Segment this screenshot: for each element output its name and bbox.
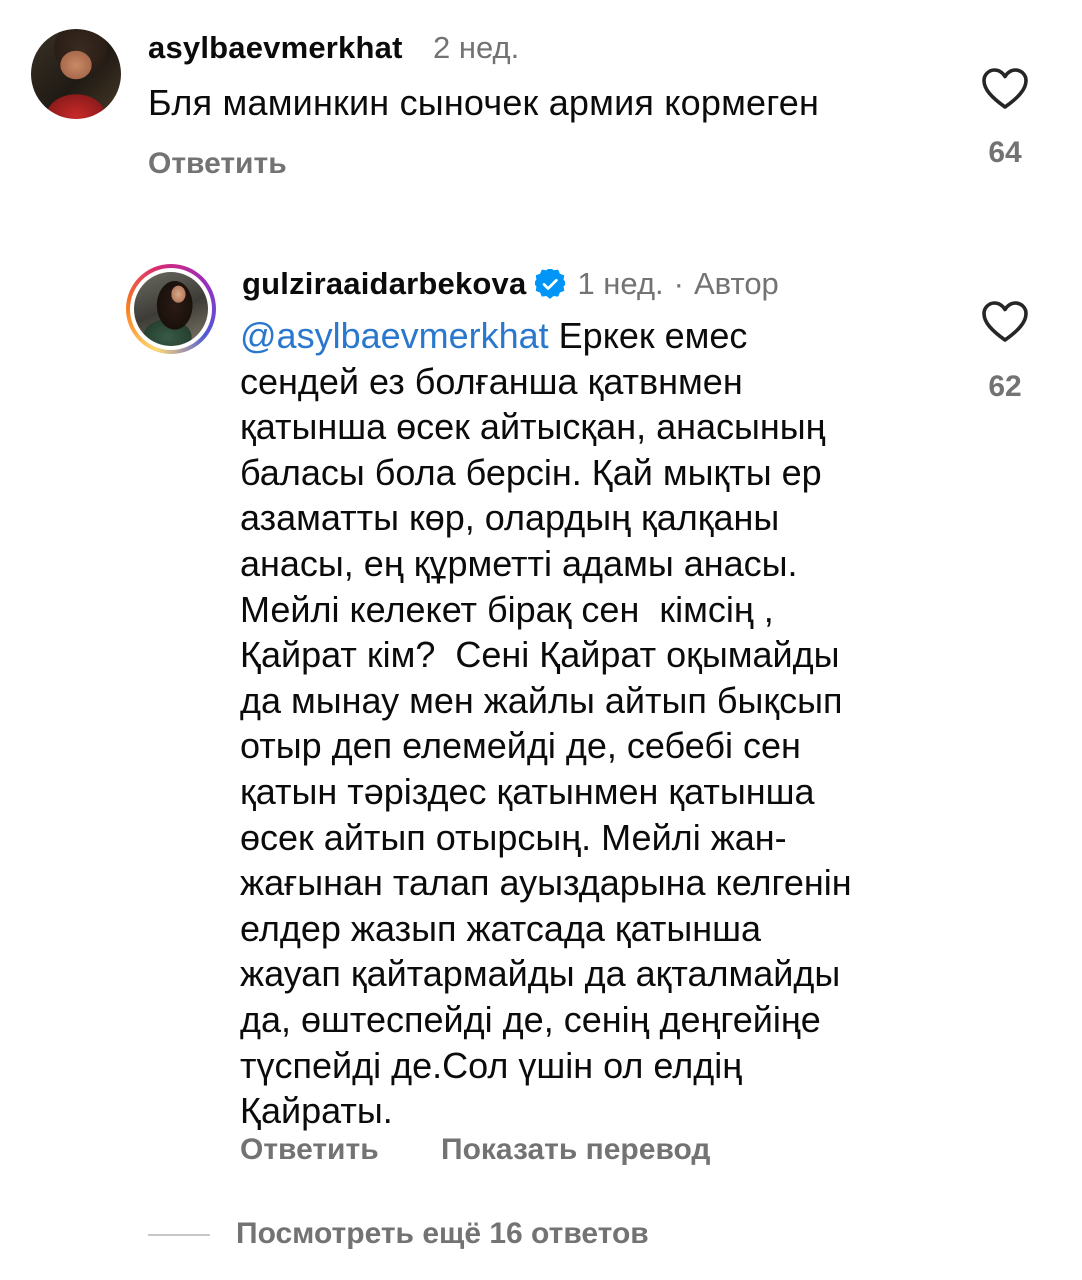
mention-link[interactable]: @asylbaevmerkhat: [240, 315, 549, 356]
heart-outline-icon[interactable]: [981, 300, 1029, 344]
comment-line: түспейді де.Сол үшін ол елдің: [240, 1044, 743, 1086]
avatar[interactable]: [134, 272, 208, 346]
comment-line: Мейлі келекет бірақ сен кімсің ,: [240, 588, 774, 630]
reply-button[interactable]: Ответить: [240, 1133, 379, 1167]
comment-text: Бля маминкин сыночек армия кормеген: [148, 82, 820, 123]
separator-dot: ·: [673, 266, 684, 301]
comment-timestamp: 1 нед.: [577, 266, 664, 301]
comment-line: анасы, ең құрметті адамы анасы.: [240, 542, 798, 584]
like-count[interactable]: 64: [965, 136, 1045, 170]
comment-line: отыр деп елемейді де, себебі сен: [240, 725, 801, 767]
comment-line: Қайрат кім? Сені Қайрат оқымайды: [240, 634, 840, 676]
verified-badge-icon: [535, 269, 566, 299]
comment-header: gulziraaidarbekova 1 нед. · Автор: [242, 266, 779, 302]
reply-button[interactable]: Ответить: [148, 147, 287, 181]
comment-text: @asylbaevmerkhat Еркек емес сендей ез бо…: [240, 313, 940, 1134]
divider-line: [148, 1234, 210, 1236]
comment-line: қатынша өсек айтысқан, анасының: [240, 406, 826, 448]
comment-line: жағынан талап ауыздарына келгенін: [240, 862, 852, 904]
comments-thread: asylbaevmerkhat 2 нед. Бля маминкин сыно…: [0, 0, 1082, 1280]
like-count[interactable]: 62: [965, 370, 1045, 404]
comment-line: қатын тәріздес қатынмен қатынша: [240, 770, 815, 812]
comment-username[interactable]: asylbaevmerkhat: [148, 30, 403, 66]
author-badge: Автор: [694, 266, 779, 301]
comment-line: Қайраты.: [240, 1090, 393, 1132]
view-more-replies-button[interactable]: Посмотреть ещё 16 ответов: [236, 1217, 649, 1251]
heart-outline-icon[interactable]: [981, 67, 1029, 111]
comment-timestamp: 2 нед.: [433, 30, 520, 65]
comment-line: да, өштеспейді де, сенің деңгейіңе: [240, 998, 821, 1040]
comment-line: елдер жазып жатсада қатынша: [240, 907, 762, 949]
avatar[interactable]: [31, 29, 121, 119]
comment-line: сендей ез болғанша қатвнмен: [240, 360, 743, 402]
comment-line: жауап қайтармайды да ақталмайды: [240, 953, 841, 995]
avatar-story-ring[interactable]: [126, 264, 216, 354]
comment-line: азаматты көр, олардың қалқаны: [240, 497, 780, 539]
comment-line: @asylbaevmerkhat Еркек емес: [240, 315, 748, 356]
comment-username[interactable]: gulziraaidarbekova: [242, 266, 526, 302]
comment-line: баласы бола берсін. Қай мықты ер: [240, 451, 822, 493]
comment-line: да мынау мен жайлы айтып бықсып: [240, 679, 843, 721]
show-translation-button[interactable]: Показать перевод: [441, 1133, 710, 1167]
comment-line: өсек айтып отырсың. Мейлі жан-: [240, 816, 787, 858]
